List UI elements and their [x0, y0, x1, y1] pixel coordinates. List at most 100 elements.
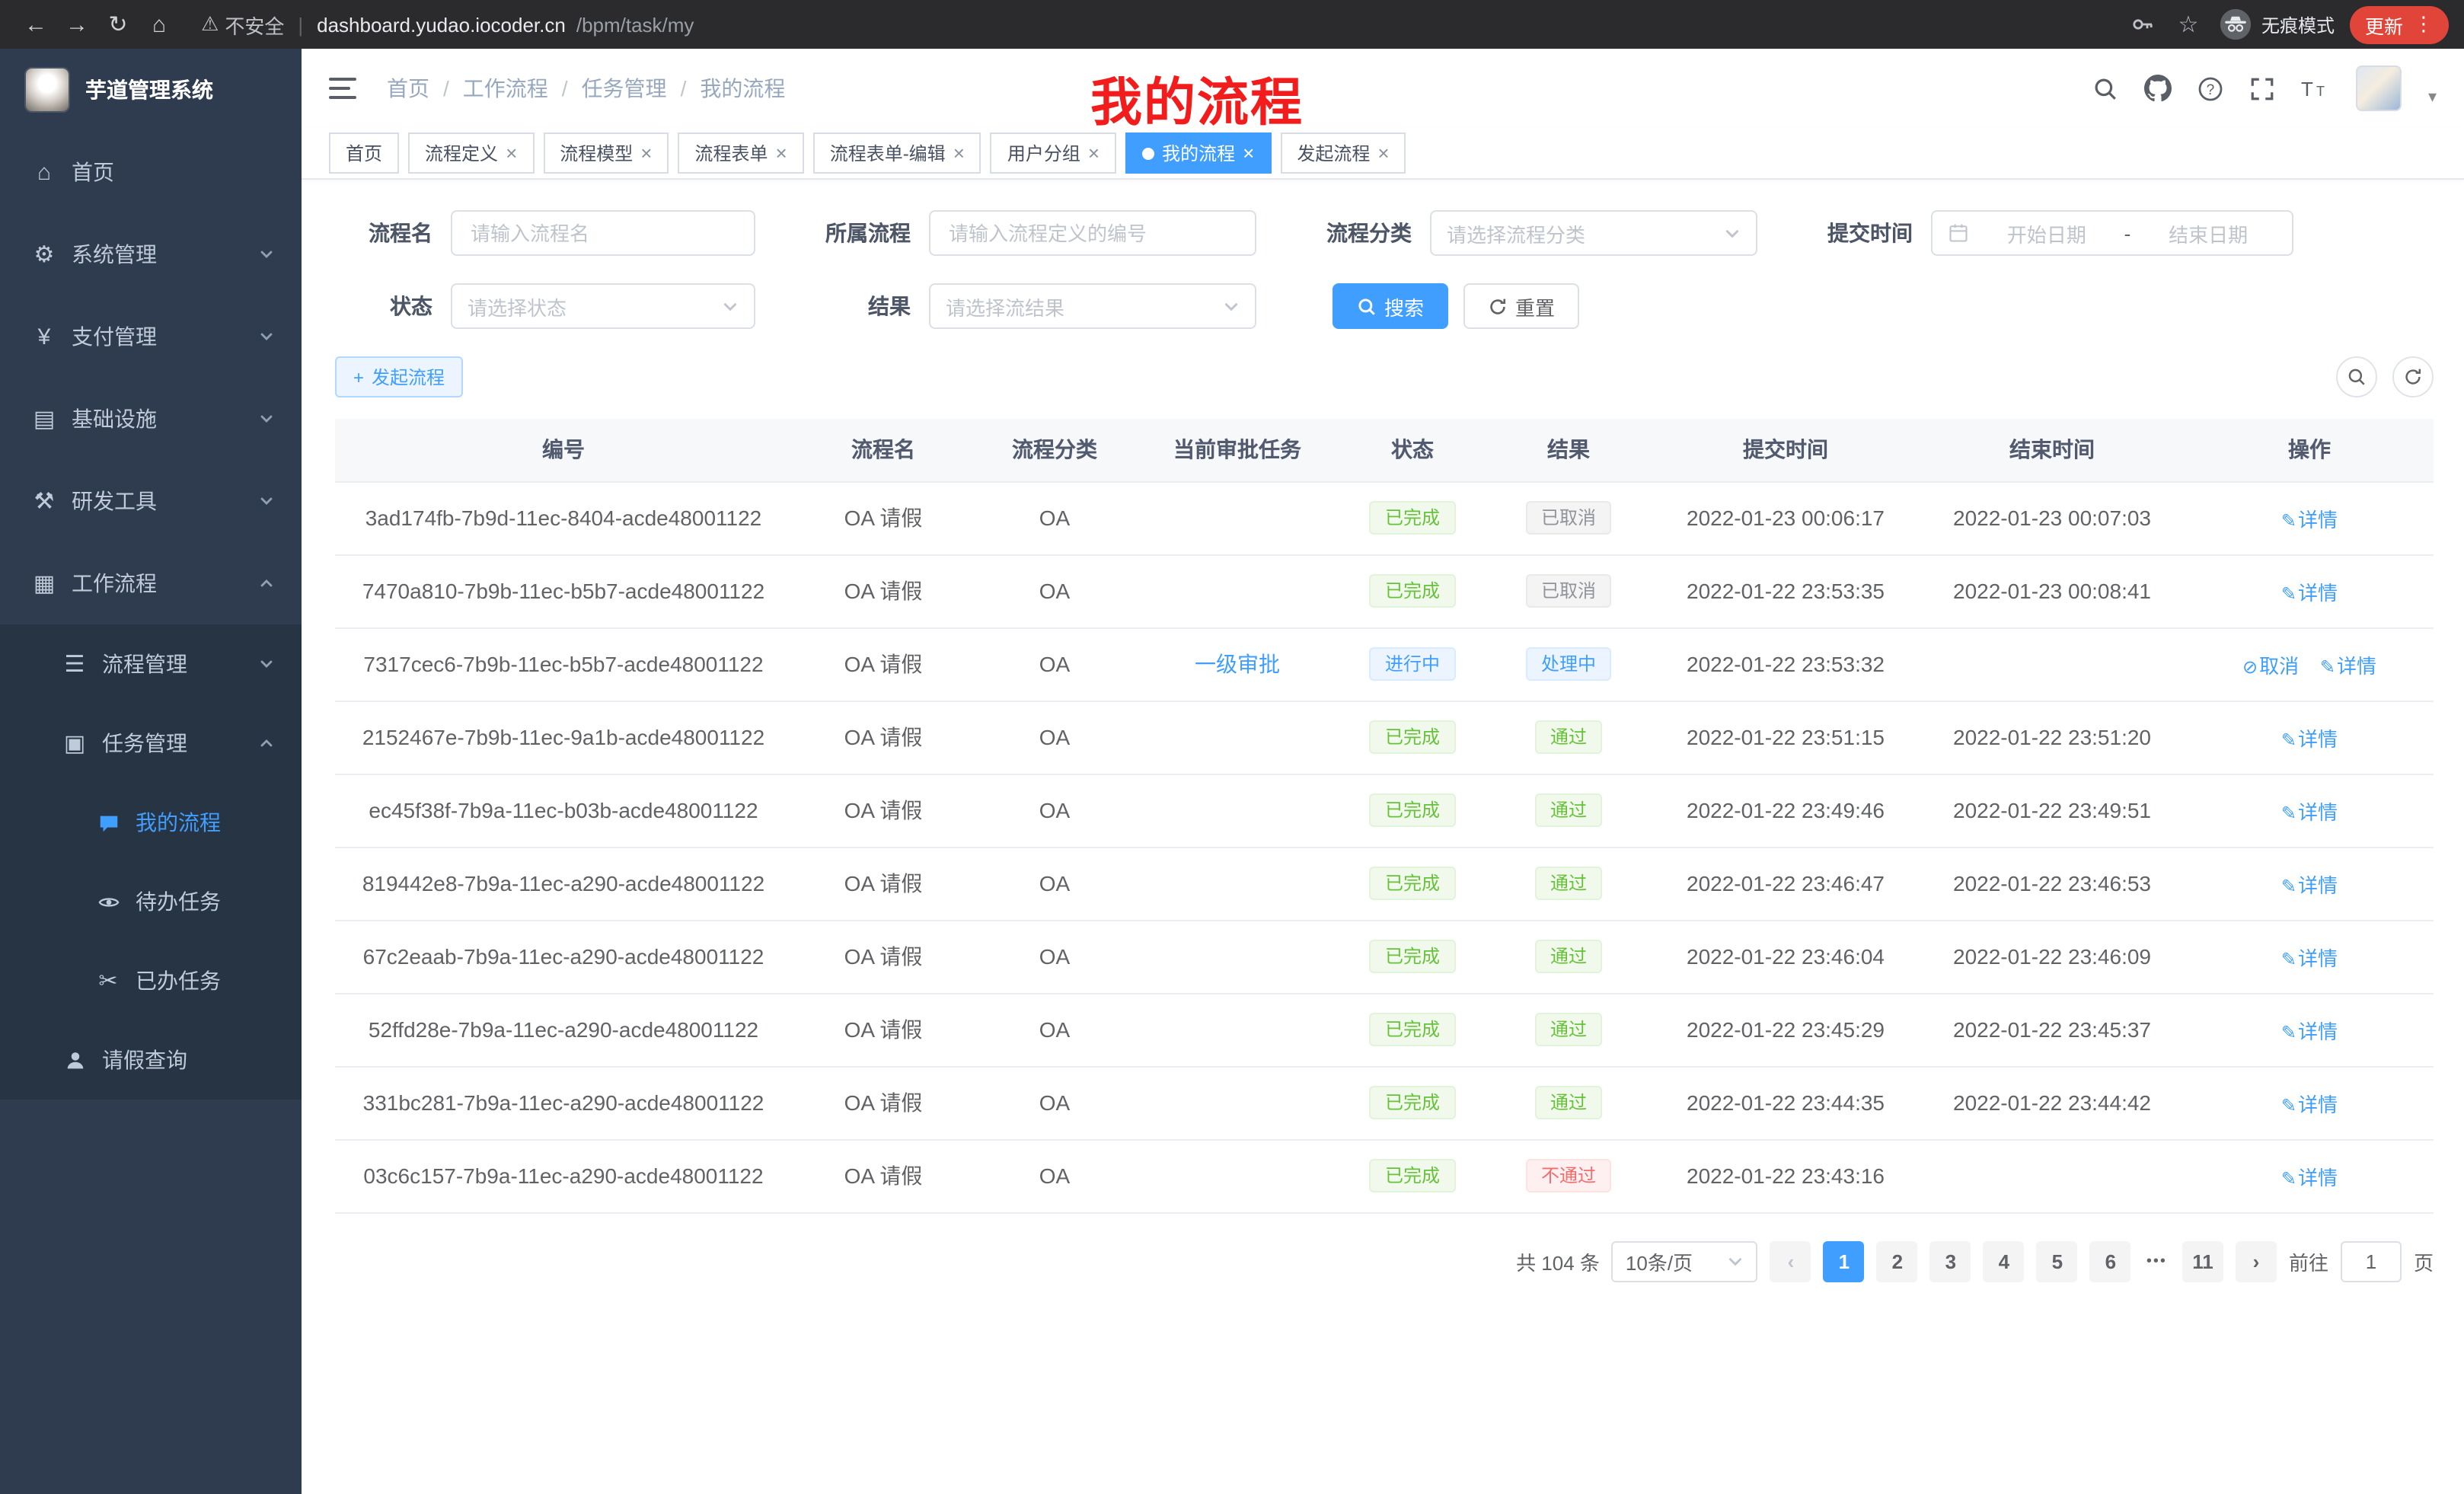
cell-category: OA	[975, 920, 1135, 993]
chevron-down-icon	[1223, 298, 1240, 314]
browser-home-button[interactable]: ⌂	[139, 4, 180, 45]
submit-time-range-picker[interactable]: 开始日期 - 结束日期	[1931, 210, 2293, 256]
detail-link[interactable]: ✎详情	[2281, 508, 2338, 531]
close-icon[interactable]: ×	[1243, 143, 1254, 163]
breadcrumb-item-task-management[interactable]: 任务管理	[582, 73, 667, 104]
sidebar-item-payment[interactable]: ¥ 支付管理	[0, 295, 302, 378]
sidebar-item-home[interactable]: ⌂ 首页	[0, 131, 302, 213]
browser-update-button[interactable]: 更新 ⋮	[2350, 5, 2449, 43]
chevron-down-icon[interactable]: ▾	[2428, 87, 2437, 107]
detail-link[interactable]: ✎详情	[2281, 727, 2338, 750]
more-pages-icon[interactable]: •••	[2143, 1253, 2170, 1269]
sidebar-item-my-processes[interactable]: 我的流程	[0, 783, 302, 862]
tab-start-process[interactable]: 发起流程 ×	[1280, 132, 1406, 174]
prev-page-button[interactable]: ‹	[1770, 1240, 1811, 1282]
start-process-button[interactable]: + 发起流程	[335, 356, 463, 397]
url-path: /bpm/task/my	[576, 13, 694, 36]
detail-link[interactable]: ✎详情	[2320, 654, 2376, 677]
detail-link[interactable]: ✎详情	[2281, 800, 2338, 823]
cell-end-time: 2022-01-22 23:46:53	[1919, 847, 2185, 920]
help-icon[interactable]: ?	[2198, 75, 2224, 101]
page-button-6[interactable]: 6	[2090, 1240, 2131, 1282]
tab-process-form[interactable]: 流程表单 ×	[678, 132, 803, 174]
breadcrumb-item-home[interactable]: 首页	[387, 73, 429, 104]
next-page-button[interactable]: ›	[2236, 1240, 2277, 1282]
app-logo-area[interactable]: 芋道管理系统	[0, 49, 302, 131]
close-icon[interactable]: ×	[1088, 143, 1100, 163]
address-bar[interactable]: ⚠ 不安全 | dashboard.yudao.iocoder.cn/bpm/t…	[201, 10, 2127, 39]
detail-link[interactable]: ✎详情	[2281, 873, 2338, 896]
close-icon[interactable]: ×	[953, 143, 965, 163]
breadcrumb-item-workflow[interactable]: 工作流程	[463, 73, 548, 104]
sidebar-item-devtools[interactable]: ⚒ 研发工具	[0, 460, 302, 542]
page-button-1[interactable]: 1	[1824, 1240, 1865, 1282]
result-select[interactable]: 请选择流结果	[929, 283, 1256, 329]
detail-link[interactable]: ✎详情	[2281, 947, 2338, 969]
detail-link[interactable]: ✎详情	[2281, 1166, 2338, 1189]
tab-process-form-edit[interactable]: 流程表单-编辑 ×	[813, 132, 981, 174]
sidebar-item-process-management[interactable]: ☰ 流程管理	[0, 624, 302, 704]
browser-menu-icon[interactable]: ⋮	[2414, 12, 2434, 37]
cancel-link[interactable]: ⊘取消	[2242, 654, 2299, 677]
status-select[interactable]: 请选择状态	[451, 283, 755, 329]
chevron-down-icon	[259, 329, 274, 344]
password-key-icon[interactable]	[2127, 12, 2158, 37]
category-select[interactable]: 请选择流程分类	[1430, 210, 1757, 256]
reset-button[interactable]: 重置	[1463, 283, 1579, 329]
github-icon[interactable]	[2145, 75, 2172, 102]
collapse-sidebar-icon[interactable]	[329, 72, 362, 105]
page-button-2[interactable]: 2	[1877, 1240, 1918, 1282]
sidebar: 芋道管理系统 ⌂ 首页 ⚙ 系统管理 ¥ 支付管理 ▤	[0, 49, 302, 1494]
main-area: 我的流程 首页 / 工作流程 / 任务管理 / 我的流程	[302, 49, 2464, 1494]
close-icon[interactable]: ×	[506, 143, 517, 163]
browser-reload-button[interactable]: ↻	[97, 4, 139, 45]
bookmark-star-icon[interactable]: ☆	[2173, 11, 2204, 38]
detail-link[interactable]: ✎详情	[2281, 1020, 2338, 1042]
current-task-link[interactable]: 一级审批	[1195, 652, 1280, 676]
security-status[interactable]: ⚠ 不安全	[201, 10, 284, 39]
edit-icon: ✎	[2281, 583, 2296, 604]
status-badge: 已完成	[1370, 940, 1455, 973]
sidebar-item-task-management[interactable]: ▣ 任务管理	[0, 704, 302, 783]
sidebar-item-infrastructure[interactable]: ▤ 基础设施	[0, 378, 302, 460]
table-row: 67c2eaab-7b9a-11ec-a290-acde48001122 OA …	[335, 920, 2434, 993]
fullscreen-icon[interactable]	[2250, 75, 2276, 101]
hide-search-icon[interactable]	[2336, 356, 2377, 397]
page-size-select[interactable]: 10条/页	[1612, 1240, 1758, 1282]
avatar[interactable]	[2357, 65, 2402, 111]
detail-link[interactable]: ✎详情	[2281, 1093, 2338, 1116]
sidebar-item-todo-tasks[interactable]: 待办任务	[0, 862, 302, 941]
chevron-down-icon	[259, 493, 274, 509]
close-icon[interactable]: ×	[1377, 143, 1389, 163]
tab-my-processes[interactable]: 我的流程 ×	[1125, 132, 1271, 174]
process-name-input[interactable]	[451, 210, 755, 256]
tools-icon: ⚒	[30, 487, 58, 515]
detail-link[interactable]: ✎详情	[2281, 581, 2338, 604]
page-button-3[interactable]: 3	[1930, 1240, 1971, 1282]
search-icon[interactable]	[2093, 75, 2119, 101]
sidebar-item-done-tasks[interactable]: ✂ 已办任务	[0, 941, 302, 1020]
sidebar-item-workflow[interactable]: ▦ 工作流程	[0, 542, 302, 624]
goto-page-input[interactable]	[2341, 1240, 2402, 1282]
search-button[interactable]: 搜索	[1333, 283, 1448, 329]
chevron-down-icon	[259, 656, 274, 672]
refresh-icon[interactable]	[2392, 356, 2434, 397]
page-button-5[interactable]: 5	[2037, 1240, 2078, 1282]
close-icon[interactable]: ×	[776, 143, 787, 163]
tab-home[interactable]: 首页	[329, 132, 399, 174]
tab-process-definition[interactable]: 流程定义 ×	[408, 132, 534, 174]
cell-end-time: 2022-01-22 23:49:51	[1919, 774, 2185, 847]
sidebar-item-system[interactable]: ⚙ 系统管理	[0, 213, 302, 295]
font-size-icon[interactable]: TT	[2302, 76, 2331, 101]
process-def-input[interactable]	[929, 210, 1256, 256]
page-button-11[interactable]: 11	[2182, 1240, 2223, 1282]
tab-user-group[interactable]: 用户分组 ×	[991, 132, 1116, 174]
page-button-4[interactable]: 4	[1984, 1240, 2025, 1282]
result-badge: 不通过	[1526, 1159, 1611, 1192]
browser-back-button[interactable]: ←	[15, 4, 56, 45]
cell-submit-time: 2022-01-22 23:44:35	[1652, 1066, 1919, 1139]
sidebar-item-leave-query[interactable]: 请假查询	[0, 1020, 302, 1100]
browser-forward-button[interactable]: →	[56, 4, 97, 45]
close-icon[interactable]: ×	[640, 143, 652, 163]
tab-process-model[interactable]: 流程模型 ×	[543, 132, 669, 174]
